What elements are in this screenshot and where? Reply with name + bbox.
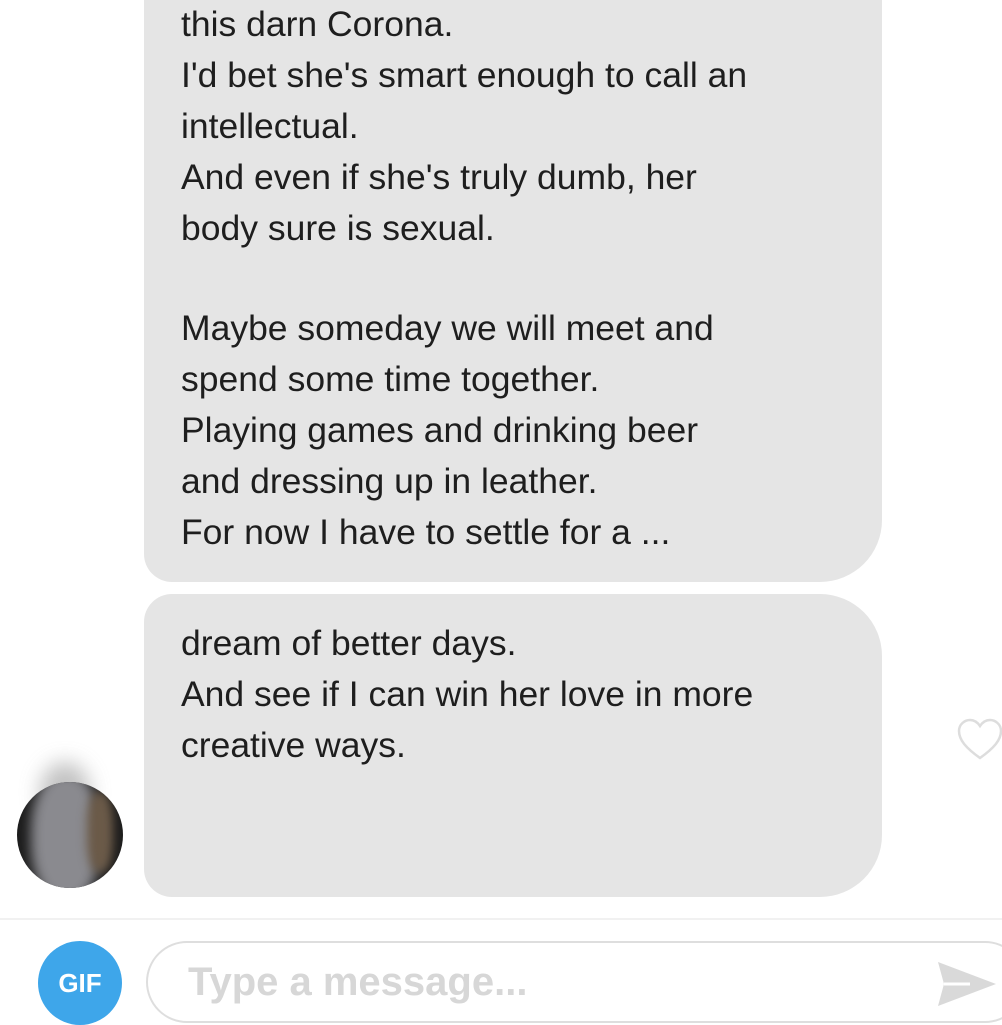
send-icon[interactable] [936, 958, 998, 1010]
message-line: Playing games and drinking beer [181, 410, 699, 450]
message-line: body sure is sexual. [181, 208, 495, 248]
message-line: this darn Corona. [181, 4, 454, 44]
message-line: and dressing up in leather. [181, 461, 598, 501]
message-line: And even if she's truly dumb, her [181, 157, 697, 197]
message-line: intellectual. [181, 106, 359, 146]
message-line: I'd bet she's smart enough to call an [181, 55, 748, 95]
message-line: dream of better days. [181, 623, 517, 663]
message-line: Maybe someday we will meet and [181, 308, 714, 348]
avatar-blur [87, 792, 113, 872]
gif-button[interactable]: GIF [38, 941, 122, 1025]
avatar[interactable] [17, 782, 123, 888]
message-line: spend some time together. [181, 359, 600, 399]
message-line: creative ways. [181, 725, 406, 765]
message-line: And see if I can win her love in more [181, 674, 754, 714]
message-input-placeholder: Type a message... [188, 960, 528, 1004]
heart-outline-icon[interactable] [956, 716, 1002, 764]
message-line: For now I have to settle for a ... [181, 512, 671, 552]
